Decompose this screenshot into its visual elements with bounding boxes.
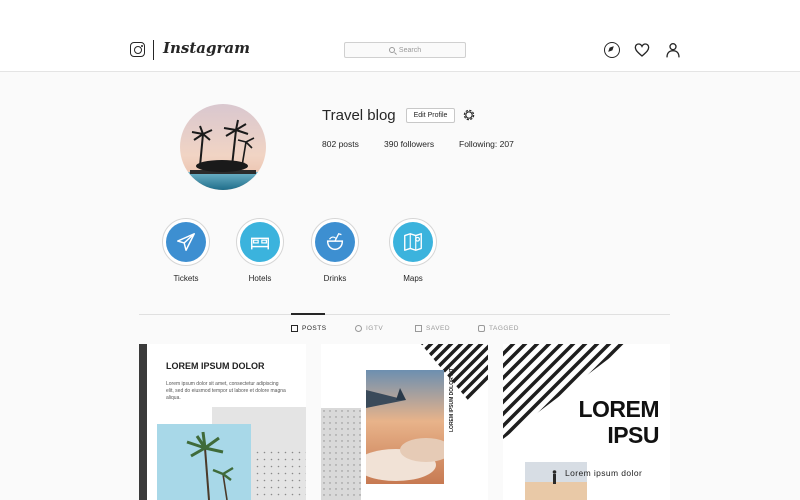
highlight-hotels[interactable]: Hotels [236, 218, 284, 283]
post-tile[interactable]: LOREM IPSU Lorem ipsum dolor [503, 344, 670, 500]
palm-tree-photo [157, 424, 251, 500]
map-pin-icon [404, 233, 422, 251]
highlight-drinks[interactable]: Drinks [311, 218, 359, 283]
highlight-circle [166, 222, 206, 262]
search-input[interactable]: Search [344, 42, 466, 58]
highlight-circle [240, 222, 280, 262]
post-grey-panel [321, 408, 361, 500]
search-icon [388, 47, 395, 53]
tag-icon [478, 325, 485, 332]
post-tile[interactable]: LOREM IPSUM DOLOR Lorem ipsum dolor sit … [139, 344, 306, 500]
post-headline-line1: LOREM [578, 396, 659, 422]
post-accent-bar [139, 344, 147, 500]
profile-name: Travel blog [322, 107, 396, 124]
posts-label: posts [338, 139, 359, 149]
highlight-circle [315, 222, 355, 262]
following-stat[interactable]: Following: 207 [459, 139, 514, 149]
post-tile[interactable]: LOREM IPSUM DOLOR SIT [321, 344, 488, 500]
highlight-ring [311, 218, 359, 266]
highlight-ring [162, 218, 210, 266]
posts-stat: 802 posts [322, 139, 359, 149]
coconut-drink-icon [326, 232, 344, 251]
followers-label: followers [400, 139, 435, 149]
profile-avatar[interactable] [180, 104, 266, 190]
post-vertical-text: LOREM IPSUM DOLOR SIT [449, 368, 455, 432]
highlight-ring [236, 218, 284, 266]
post-headline-line2: IPSU [607, 422, 659, 448]
settings-gear-icon[interactable] [462, 108, 476, 122]
post-headline: LOREM IPSU [573, 396, 659, 448]
edit-profile-button[interactable]: Edit Profile [406, 108, 455, 123]
compass-icon[interactable] [604, 42, 620, 58]
followers-count: 390 [384, 139, 399, 149]
tab-label: POSTS [302, 325, 327, 332]
airplane-icon [177, 233, 195, 251]
post-title: LOREM IPSUM DOLOR [166, 361, 265, 371]
heart-icon[interactable] [634, 42, 650, 58]
tab-label: SAVED [426, 325, 451, 332]
tabs-divider [139, 314, 670, 315]
bookmark-icon [415, 325, 422, 332]
highlight-tickets[interactable]: Tickets [162, 218, 210, 283]
active-tab-indicator [291, 313, 325, 315]
user-icon[interactable] [665, 42, 681, 58]
logo-divider [153, 40, 154, 60]
following-count: 207 [499, 139, 514, 149]
airplane-wing-photo [366, 370, 444, 484]
highlight-label: Tickets [173, 274, 199, 283]
highlight-ring [389, 218, 437, 266]
tab-tagged[interactable]: TAGGED [478, 325, 519, 332]
top-navigation-bar: Instagram Search [0, 0, 800, 72]
highlight-maps[interactable]: Maps [389, 218, 437, 283]
tab-label: IGTV [366, 325, 384, 332]
bed-icon [251, 237, 269, 250]
highlight-label: Hotels [248, 274, 272, 283]
grid-icon [291, 325, 298, 332]
following-label: Following: [459, 139, 498, 149]
tab-igtv[interactable]: IGTV [355, 325, 383, 332]
highlight-label: Drinks [323, 274, 347, 283]
tab-saved[interactable]: SAVED [415, 325, 450, 332]
highlight-label: Maps [403, 274, 423, 283]
instagram-wordmark[interactable]: Instagram [163, 39, 250, 57]
post-body-text: Lorem ipsum dolor sit amet, consectetur … [166, 381, 286, 401]
posts-count: 802 [322, 139, 337, 149]
search-placeholder: Search [398, 46, 422, 54]
tab-posts[interactable]: POSTS [291, 325, 327, 332]
instagram-glyph-icon[interactable] [130, 42, 145, 57]
highlight-circle [393, 222, 433, 262]
tab-label: TAGGED [489, 325, 519, 332]
followers-stat[interactable]: 390 followers [384, 139, 434, 149]
igtv-icon [355, 325, 362, 332]
post-subtitle: Lorem ipsum dolor [565, 468, 643, 478]
